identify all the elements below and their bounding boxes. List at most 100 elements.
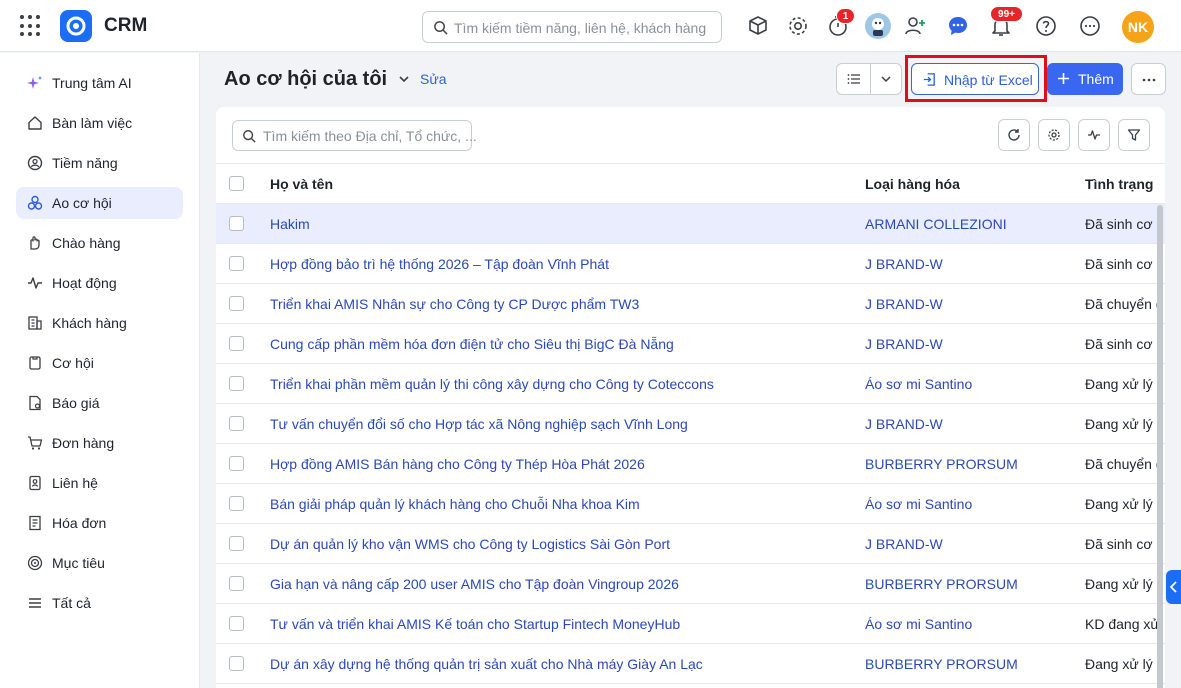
row-product-link[interactable]: Áo sơ mi Santino bbox=[865, 616, 972, 632]
row-name-link[interactable]: Gia hạn và nâng cấp 200 user AMIS cho Tậ… bbox=[270, 576, 679, 592]
sidebar-item-goals[interactable]: Mục tiêu bbox=[16, 547, 183, 579]
row-name-link[interactable]: Cung cấp phần mềm hóa đơn điện tử cho Si… bbox=[270, 336, 674, 352]
menu-icon bbox=[29, 598, 41, 608]
table-row[interactable]: Tư vấn chuyển đổi số cho Hợp tác xã Nông… bbox=[216, 404, 1165, 444]
row-status: Đã chuyển đổi bbox=[1085, 296, 1161, 312]
column-header-product[interactable]: Loại hàng hóa bbox=[865, 176, 960, 192]
sidebar-item-all[interactable]: Tất cả bbox=[16, 587, 183, 619]
row-checkbox[interactable] bbox=[229, 456, 244, 471]
help-icon[interactable] bbox=[1034, 14, 1058, 38]
row-name-link[interactable]: Triển khai phần mềm quản lý thi công xây… bbox=[270, 376, 714, 392]
table-row[interactable]: Tư vấn và triển khai AMIS Kế toán cho St… bbox=[216, 604, 1165, 644]
chat-icon[interactable] bbox=[946, 14, 970, 38]
sidebar-item-workspace[interactable]: Bàn làm việc bbox=[16, 107, 183, 139]
row-checkbox[interactable] bbox=[229, 416, 244, 431]
sidebar-item-leads[interactable]: Tiềm năng bbox=[16, 147, 183, 179]
filter-button[interactable] bbox=[1118, 119, 1150, 151]
row-name-link[interactable]: Tư vấn và triển khai AMIS Kế toán cho St… bbox=[270, 616, 680, 632]
table-row[interactable]: Hợp đồng AMIS Bán hàng cho Công ty Thép … bbox=[216, 444, 1165, 484]
row-product-link[interactable]: BURBERRY PRORSUM bbox=[865, 576, 1018, 592]
table-row[interactable]: Cung cấp phần mềm hóa đơn điện tử cho Si… bbox=[216, 324, 1165, 364]
row-product-link[interactable]: BURBERRY PRORSUM bbox=[865, 456, 1018, 472]
user-avatar[interactable]: NK bbox=[1122, 11, 1154, 43]
row-checkbox[interactable] bbox=[229, 216, 244, 231]
row-checkbox[interactable] bbox=[229, 656, 244, 671]
row-name-link[interactable]: Hợp đồng bảo trì hệ thống 2026 – Tập đoà… bbox=[270, 256, 609, 272]
refresh-button[interactable] bbox=[998, 119, 1030, 151]
row-name-link[interactable]: Tư vấn chuyển đổi số cho Hợp tác xã Nông… bbox=[270, 416, 688, 432]
row-product-link[interactable]: BURBERRY PRORSUM bbox=[865, 656, 1018, 672]
column-header-name[interactable]: Họ và tên bbox=[270, 176, 333, 192]
table-row[interactable]: Hakim ARMANI COLLEZIONI Đã sinh cơ hội bbox=[216, 204, 1165, 244]
sidebar-item-opportunity-pool[interactable]: Ao cơ hội bbox=[16, 187, 183, 219]
sidebar-item-quotes[interactable]: Báo giá bbox=[16, 387, 183, 419]
app-grid-icon[interactable] bbox=[20, 15, 42, 37]
table-row[interactable]: Triển khai phần mềm quản lý thi công xây… bbox=[216, 364, 1165, 404]
row-status: Đã sinh cơ hội bbox=[1085, 336, 1161, 352]
statistics-button[interactable] bbox=[1078, 119, 1110, 151]
row-name-link[interactable]: Dự án xây dựng hệ thống quản trị sản xuấ… bbox=[270, 656, 703, 672]
sidebar-item-customers[interactable]: Khách hàng bbox=[16, 307, 183, 339]
row-name-link[interactable]: Hợp đồng AMIS Bán hàng cho Công ty Thép … bbox=[270, 456, 645, 472]
view-dropdown-button[interactable] bbox=[871, 64, 901, 94]
activity-icon bbox=[28, 277, 42, 289]
sidebar-item-invoices[interactable]: Hóa đơn bbox=[16, 507, 183, 539]
row-product-link[interactable]: J BRAND-W bbox=[865, 256, 943, 272]
more-apps-icon[interactable] bbox=[1078, 14, 1102, 38]
table-row[interactable]: Triển khai AMIS Nhân sự cho Công ty CP D… bbox=[216, 284, 1165, 324]
table-row[interactable]: Dự án xây dựng hệ thống quản trị sản xuấ… bbox=[216, 644, 1165, 684]
add-user-icon[interactable] bbox=[903, 14, 927, 38]
list-search-input[interactable]: Tìm kiếm theo Địa chỉ, Tổ chức, ... bbox=[232, 120, 477, 151]
row-product-link[interactable]: ARMANI COLLEZIONI bbox=[865, 216, 1007, 232]
row-status: Đã chuyển đổi bbox=[1085, 456, 1161, 472]
row-checkbox[interactable] bbox=[229, 576, 244, 591]
row-product-link[interactable]: J BRAND-W bbox=[865, 536, 943, 552]
table-row[interactable]: Hợp đồng bảo trì hệ thống 2026 – Tập đoà… bbox=[216, 244, 1165, 284]
row-product-link[interactable]: Áo sơ mi Santino bbox=[865, 496, 972, 512]
ai-assistant-icon[interactable] bbox=[865, 13, 891, 39]
row-product-link[interactable]: Áo sơ mi Santino bbox=[865, 376, 972, 392]
list-settings-button[interactable] bbox=[1038, 119, 1070, 151]
more-options-button[interactable] bbox=[1131, 63, 1166, 95]
sidebar-item-label: Báo giá bbox=[52, 395, 100, 411]
row-checkbox[interactable] bbox=[229, 256, 244, 271]
panel-toggle-button[interactable] bbox=[1166, 570, 1181, 604]
row-product-link[interactable]: J BRAND-W bbox=[865, 296, 943, 312]
sidebar-item-offers[interactable]: Chào hàng bbox=[16, 227, 183, 259]
add-button[interactable]: Thêm bbox=[1047, 63, 1123, 95]
global-search-input[interactable]: Tìm kiếm tiềm năng, liên hệ, khách hàng bbox=[422, 11, 722, 43]
more-horizontal-icon bbox=[1142, 78, 1156, 82]
sidebar: Trung tâm AI Bàn làm việc Tiềm năng Ao c… bbox=[0, 53, 200, 688]
row-name-link[interactable]: Hakim bbox=[270, 216, 310, 232]
row-name-link[interactable]: Dự án quản lý kho vận WMS cho Công ty Lo… bbox=[270, 536, 670, 552]
select-all-checkbox[interactable] bbox=[229, 176, 244, 191]
row-checkbox[interactable] bbox=[229, 616, 244, 631]
package-icon[interactable] bbox=[746, 14, 770, 38]
list-view-button[interactable] bbox=[837, 64, 871, 94]
sidebar-item-orders[interactable]: Đơn hàng bbox=[16, 427, 183, 459]
table-row[interactable]: Gia hạn và nâng cấp 200 user AMIS cho Tậ… bbox=[216, 564, 1165, 604]
edit-link[interactable]: Sửa bbox=[420, 71, 447, 87]
sidebar-item-opportunities[interactable]: Cơ hội bbox=[16, 347, 183, 379]
row-checkbox[interactable] bbox=[229, 336, 244, 351]
chevron-down-icon[interactable] bbox=[397, 72, 411, 86]
table-row[interactable]: Bán giải pháp quản lý khách hàng cho Chu… bbox=[216, 484, 1165, 524]
row-checkbox[interactable] bbox=[229, 496, 244, 511]
row-product-link[interactable]: J BRAND-W bbox=[865, 336, 943, 352]
row-checkbox[interactable] bbox=[229, 536, 244, 551]
gear-icon[interactable] bbox=[786, 14, 810, 38]
row-product-link[interactable]: J BRAND-W bbox=[865, 416, 943, 432]
sidebar-item-activities[interactable]: Hoạt động bbox=[16, 267, 183, 299]
top-bar: CRM Tìm kiếm tiềm năng, liên hệ, khách h… bbox=[0, 0, 1181, 52]
row-name-link[interactable]: Bán giải pháp quản lý khách hàng cho Chu… bbox=[270, 496, 640, 512]
vertical-scrollbar[interactable] bbox=[1157, 205, 1163, 688]
sidebar-item-contacts[interactable]: Liên hệ bbox=[16, 467, 183, 499]
table-row[interactable]: Dự án quản lý kho vận WMS cho Công ty Lo… bbox=[216, 524, 1165, 564]
sidebar-item-ai-center[interactable]: Trung tâm AI bbox=[16, 67, 183, 99]
add-button-label: Thêm bbox=[1078, 71, 1114, 87]
page-title: Ao cơ hội của tôi bbox=[224, 68, 388, 90]
row-name-link[interactable]: Triển khai AMIS Nhân sự cho Công ty CP D… bbox=[270, 296, 639, 312]
row-checkbox[interactable] bbox=[229, 376, 244, 391]
row-checkbox[interactable] bbox=[229, 296, 244, 311]
column-header-status[interactable]: Tình trạng bbox=[1085, 176, 1153, 192]
